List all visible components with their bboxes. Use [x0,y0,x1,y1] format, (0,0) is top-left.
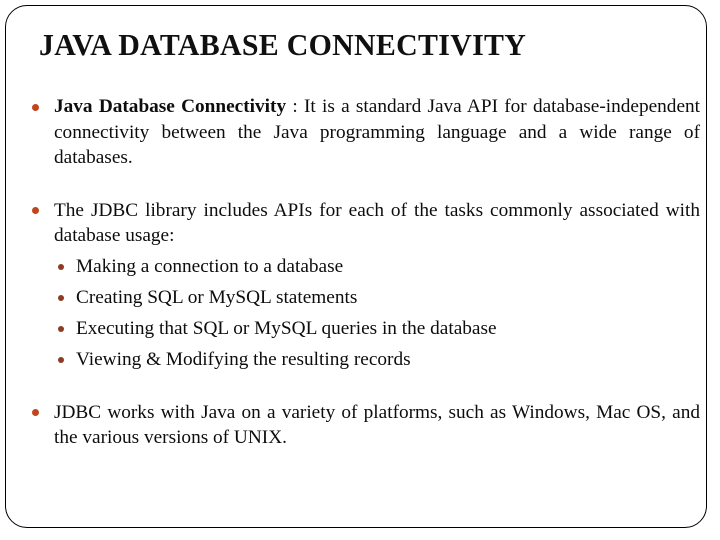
sub-bullet-text-4: Viewing & Modifying the resulting record… [76,348,411,370]
sub-bullet-item-1: Making a connection to a database [24,252,700,281]
sub-bullet-dot-icon [58,263,64,270]
sub-bullet-text-3: Executing that SQL or MySQL queries in t… [76,317,497,339]
bullet-text-3: JDBC works with Java on a variety of pla… [54,401,700,449]
sub-bullet-dot-icon [58,356,64,363]
sub-bullet-dot-icon [58,325,64,332]
page-title: JAVA DATABASE CONNECTIVITY [39,28,527,62]
slide-frame: JAVA DATABASE CONNECTIVITY Java Database… [5,5,707,528]
sub-bullet-item-4: Viewing & Modifying the resulting record… [24,345,700,374]
sub-bullet-item-2: Creating SQL or MySQL statements [24,283,700,312]
sub-bullet-text-1: Making a connection to a database [76,255,344,277]
bullet-item-2: The JDBC library includes APIs for each … [24,198,700,249]
slide-body: Java Database Connectivity : It is a sta… [24,94,700,461]
sub-bullet-dot-icon [58,294,64,301]
bullet-dot-icon [32,103,39,111]
bullet-text-1: Java Database Connectivity : It is a sta… [54,94,700,171]
bullet-emphasis-1: Java Database Connectivity [54,96,287,117]
bullet-dot-icon [32,207,39,214]
sub-bullet-list: Making a connection to a database Creati… [24,252,700,374]
sub-bullet-item-3: Executing that SQL or MySQL queries in t… [24,314,700,343]
bullet-item-3: JDBC works with Java on a variety of pla… [24,400,700,451]
bullet-item-1: Java Database Connectivity : It is a sta… [24,94,700,171]
bullet-text-2: The JDBC library includes APIs for each … [54,199,700,247]
bullet-dot-icon [32,409,39,416]
sub-bullet-text-2: Creating SQL or MySQL statements [76,286,358,308]
